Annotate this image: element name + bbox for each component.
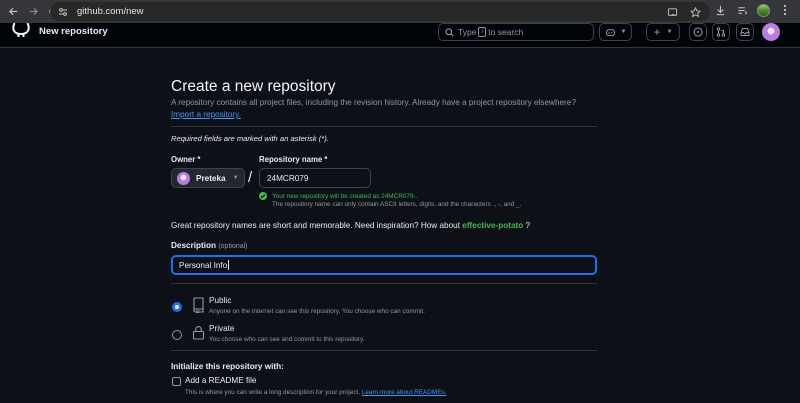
- inspiration-suffix: ?: [525, 221, 531, 230]
- public-radio[interactable]: [172, 302, 182, 312]
- search-shortcut-key: /: [478, 27, 487, 37]
- browser-toolbar: github.com/new: [0, 0, 800, 23]
- search-placeholder-pre: Type: [458, 27, 477, 37]
- owner-repo-separator: /: [248, 169, 253, 186]
- readme-desc-text: This is where you can write a long descr…: [185, 389, 361, 396]
- inbox-button[interactable]: [736, 23, 754, 41]
- pull-requests-button[interactable]: [712, 23, 730, 41]
- repo-name-input[interactable]: 24MCR079: [259, 168, 371, 188]
- star-icon[interactable]: [688, 5, 702, 19]
- text-cursor: [228, 260, 230, 270]
- url-text[interactable]: github.com/new: [77, 6, 144, 17]
- tune-icon[interactable]: [56, 5, 70, 19]
- forward-arrow-icon[interactable]: [26, 5, 40, 19]
- repo-name-label: Repository name *: [259, 155, 328, 164]
- divider: [171, 126, 597, 127]
- name-inspiration: Great repository names are short and mem…: [171, 221, 530, 230]
- search-icon: [445, 27, 454, 37]
- description-label: Description (optional): [171, 241, 248, 250]
- download-icon[interactable]: [713, 3, 727, 17]
- check-icon: [259, 192, 267, 200]
- chevron-down-icon: ▼: [666, 29, 673, 35]
- readme-learn-more-link[interactable]: Learn more about READMEs.: [362, 389, 447, 396]
- github-header: New repository Type / to search ▼ + ▼: [0, 22, 800, 48]
- chevron-down-icon: ▼: [620, 29, 627, 35]
- search-placeholder-post: to search: [488, 27, 524, 37]
- inspiration-text: Great repository names are short and mem…: [171, 221, 460, 230]
- copilot-button[interactable]: ▼: [599, 23, 632, 41]
- private-label[interactable]: Private: [209, 324, 234, 333]
- readme-label[interactable]: Add a README file: [185, 376, 256, 385]
- description-input[interactable]: Personal Info: [171, 255, 597, 275]
- repo-name-rule: The repository name can only contain ASC…: [272, 201, 522, 208]
- private-description: You choose who can see and commit to thi…: [209, 336, 365, 343]
- copilot-icon: [605, 27, 616, 37]
- create-new-button[interactable]: + ▼: [646, 23, 680, 41]
- initialize-title: Initialize this repository with:: [171, 362, 284, 371]
- cast-icon[interactable]: [665, 5, 679, 19]
- availability-text: Your new repository will be created as 2…: [272, 192, 418, 200]
- description-optional: (optional): [218, 243, 248, 250]
- divider: [171, 283, 597, 284]
- owner-name: Preteka: [196, 173, 226, 183]
- required-fields-note: Required fields are marked with an aster…: [171, 134, 329, 143]
- private-radio[interactable]: [172, 330, 182, 340]
- chevron-down-icon: ▼: [232, 175, 239, 181]
- issues-button[interactable]: [689, 23, 707, 41]
- inspiration-suggestion[interactable]: effective-potato: [462, 221, 523, 230]
- menu-dots-icon[interactable]: [778, 3, 792, 17]
- owner-label: Owner *: [171, 155, 201, 164]
- inbox-icon: [740, 27, 750, 37]
- owner-avatar: [177, 171, 190, 185]
- lock-icon: [192, 325, 205, 341]
- public-description: Anyone on the internet can see this repo…: [209, 308, 425, 315]
- plus-icon: +: [653, 25, 661, 39]
- readme-description: This is where you can write a long descr…: [185, 389, 446, 396]
- page-subtitle: A repository contains all project files,…: [171, 98, 576, 107]
- issues-icon: [693, 27, 703, 37]
- import-repository-link[interactable]: Import a repository.: [171, 110, 241, 119]
- readme-checkbox[interactable]: [172, 377, 181, 386]
- github-logo-icon[interactable]: [12, 22, 30, 37]
- reading-list-icon[interactable]: [735, 3, 749, 17]
- page-context-title[interactable]: New repository: [39, 26, 108, 37]
- pull-requests-icon: [716, 27, 726, 37]
- description-value: Personal Info: [179, 260, 228, 270]
- profile-avatar[interactable]: [757, 3, 770, 17]
- repo-icon: [192, 297, 205, 315]
- address-bar[interactable]: github.com/new: [50, 2, 710, 21]
- owner-select[interactable]: Preteka ▼: [171, 168, 245, 188]
- user-avatar[interactable]: [762, 23, 780, 41]
- page-title: Create a new repository: [171, 78, 336, 95]
- back-arrow-icon[interactable]: [6, 5, 20, 19]
- divider: [171, 350, 597, 351]
- public-label[interactable]: Public: [209, 296, 231, 305]
- availability-message: Your new repository will be created as 2…: [259, 192, 417, 200]
- search-input[interactable]: Type / to search: [438, 23, 594, 41]
- description-label-text: Description: [171, 241, 217, 250]
